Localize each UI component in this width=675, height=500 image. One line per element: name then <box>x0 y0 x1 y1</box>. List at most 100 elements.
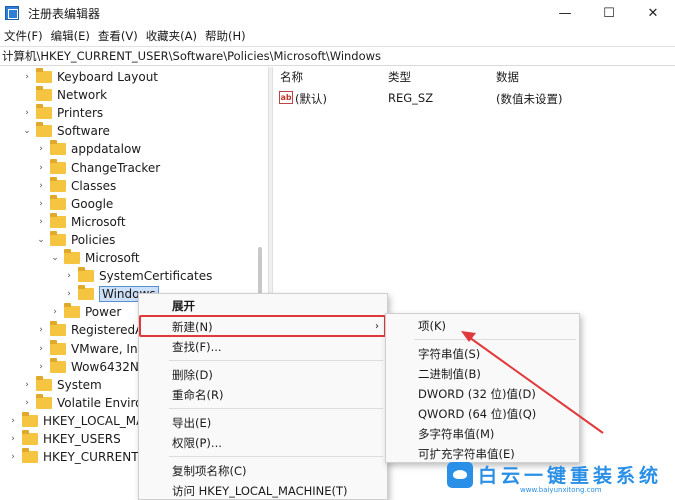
tree-node-label: HKEY_LOCAL_MA <box>43 413 145 428</box>
tree-node[interactable]: › Keyboard Layout <box>22 68 158 86</box>
expand-chevron-icon[interactable]: › <box>8 412 18 430</box>
menu-view[interactable]: 查看(V) <box>94 27 142 45</box>
expand-chevron-icon[interactable]: › <box>36 321 46 339</box>
menu-edit[interactable]: 编辑(E) <box>47 27 94 45</box>
tree-node[interactable]: › ChangeTracker <box>36 158 160 177</box>
folder-icon <box>36 122 52 138</box>
tree-node-label: HKEY_USERS <box>43 432 121 446</box>
tree-node[interactable]: › VMware, In <box>36 339 138 358</box>
title-bar: 注册表编辑器 — ☐ ✕ <box>0 0 675 26</box>
expand-chevron-icon[interactable]: › <box>22 68 32 86</box>
address-bar[interactable]: 计算机\HKEY_CURRENT_USER\Software\Policies\… <box>0 46 675 66</box>
folder-icon <box>22 430 38 445</box>
menu-separator <box>169 360 383 361</box>
tree-node[interactable]: › RegisteredA <box>36 321 143 339</box>
minimize-button[interactable]: — <box>543 0 587 26</box>
tree-node[interactable]: › Power <box>50 303 121 321</box>
expand-chevron-icon[interactable]: › <box>8 448 18 466</box>
tree-node[interactable]: › appdatalow <box>36 140 141 158</box>
column-header-type[interactable]: 类型 <box>388 69 411 85</box>
regedit-app-icon <box>5 6 19 20</box>
expand-chevron-icon[interactable]: › <box>36 213 46 231</box>
tree-node-label: VMware, In <box>71 341 138 356</box>
value-type: REG_SZ <box>388 91 434 105</box>
folder-icon <box>78 285 94 301</box>
string-value-icon: ab <box>279 91 293 104</box>
tree-node[interactable]: › Volatile Enviro <box>22 393 143 412</box>
folder-icon <box>50 339 66 355</box>
window-title: 注册表编辑器 <box>28 6 101 21</box>
expand-chevron-icon[interactable]: › <box>36 195 46 213</box>
menu-separator <box>414 339 576 340</box>
submenu-item-qword-value[interactable]: QWORD (64 位)值(Q) <box>418 404 536 424</box>
maximize-button[interactable]: ☐ <box>587 0 631 26</box>
tree-node[interactable]: ⌄ Software <box>22 122 110 140</box>
tree-node-label: RegisteredA <box>71 323 144 338</box>
expand-chevron-icon[interactable]: › <box>64 267 74 285</box>
expand-chevron-icon[interactable]: › <box>36 140 46 158</box>
expand-chevron-icon[interactable]: › <box>50 303 60 321</box>
menu-item-goto-hklm[interactable]: 访问 HKEY_LOCAL_MACHINE(T) <box>172 481 348 500</box>
folder-icon <box>50 158 66 174</box>
new-item-highlight <box>139 315 386 337</box>
expand-chevron-icon[interactable]: › <box>22 376 32 394</box>
expand-chevron-icon[interactable]: › <box>36 159 46 177</box>
submenu-item-multi-string-value[interactable]: 多字符串值(M) <box>418 424 494 444</box>
expand-chevron-icon[interactable]: ⌄ <box>36 231 46 249</box>
tree-node[interactable]: › Google <box>36 194 114 213</box>
tree-node-label: Network <box>57 88 108 103</box>
expand-chevron-icon[interactable]: › <box>22 394 32 412</box>
folder-icon <box>36 104 52 120</box>
value-row[interactable]: ab (默认) REG_SZ (数值未设置) <box>274 89 675 108</box>
menu-item-copy-key-name[interactable]: 复制项名称(C) <box>172 461 247 481</box>
menu-item-delete[interactable]: 删除(D) <box>172 365 213 385</box>
tree-node[interactable]: Network <box>22 86 107 104</box>
submenu-item-binary-value[interactable]: 二进制值(B) <box>418 364 481 384</box>
menu-item-find[interactable]: 查找(F)... <box>172 337 222 357</box>
menu-item-export[interactable]: 导出(E) <box>172 413 211 433</box>
tree-node[interactable]: › SystemCertificates <box>64 267 212 285</box>
tree-node-label: Google <box>71 196 114 211</box>
folder-icon <box>50 212 66 228</box>
list-header: 名称 类型 数据 <box>274 67 675 87</box>
tree-node[interactable]: ⌄ Microsoft <box>50 249 140 267</box>
tree-node[interactable]: › Printers <box>22 104 103 122</box>
menu-item-expand[interactable]: 展开 <box>172 296 195 316</box>
expand-chevron-icon[interactable]: › <box>36 340 46 358</box>
expand-chevron-icon[interactable]: › <box>22 104 32 122</box>
close-button[interactable]: ✕ <box>631 0 675 26</box>
expand-chevron-icon[interactable]: › <box>36 358 46 376</box>
tree-node-label: Policies <box>71 232 116 247</box>
tree-node[interactable]: › HKEY_LOCAL_MA <box>8 411 145 430</box>
menu-item-permissions[interactable]: 权限(P)... <box>172 433 222 453</box>
tree-node[interactable]: › HKEY_CURRENT_ <box>8 448 145 466</box>
expand-chevron-icon[interactable]: ⌄ <box>50 249 60 267</box>
tree-node[interactable]: › System <box>22 375 102 394</box>
tree-node[interactable]: › Wow6432N <box>36 357 139 376</box>
folder-icon <box>22 411 38 427</box>
expand-chevron-icon[interactable] <box>22 86 32 104</box>
tree-node-label: System <box>57 377 102 392</box>
submenu-item-key[interactable]: 项(K) <box>418 316 446 336</box>
menu-file[interactable]: 文件(F) <box>0 27 47 45</box>
tree-node-label: HKEY_CURRENT_ <box>43 450 145 465</box>
expand-chevron-icon[interactable]: ⌄ <box>22 122 32 140</box>
menu-help[interactable]: 帮助(H) <box>201 27 250 45</box>
tree-node[interactable]: › Microsoft <box>36 212 126 231</box>
folder-icon <box>36 393 52 409</box>
tree-node[interactable]: › Classes <box>36 176 116 195</box>
column-header-data[interactable]: 数据 <box>496 69 519 85</box>
expand-chevron-icon[interactable]: › <box>36 177 46 195</box>
folder-icon <box>64 303 80 319</box>
submenu-item-dword-value[interactable]: DWORD (32 位)值(D) <box>418 384 536 404</box>
menu-favorites[interactable]: 收藏夹(A) <box>142 27 201 45</box>
new-submenu: 项(K) 字符串值(S) 二进制值(B) DWORD (32 位)值(D) QW… <box>385 313 580 463</box>
expand-chevron-icon[interactable]: › <box>64 285 74 303</box>
folder-icon <box>50 321 66 337</box>
tree-node[interactable]: ⌄ Policies <box>36 230 116 249</box>
column-header-name[interactable]: 名称 <box>280 69 303 85</box>
tree-node[interactable]: › HKEY_USERS <box>8 430 121 448</box>
expand-chevron-icon[interactable]: › <box>8 430 18 448</box>
submenu-item-string-value[interactable]: 字符串值(S) <box>418 344 480 364</box>
menu-item-rename[interactable]: 重命名(R) <box>172 385 223 405</box>
